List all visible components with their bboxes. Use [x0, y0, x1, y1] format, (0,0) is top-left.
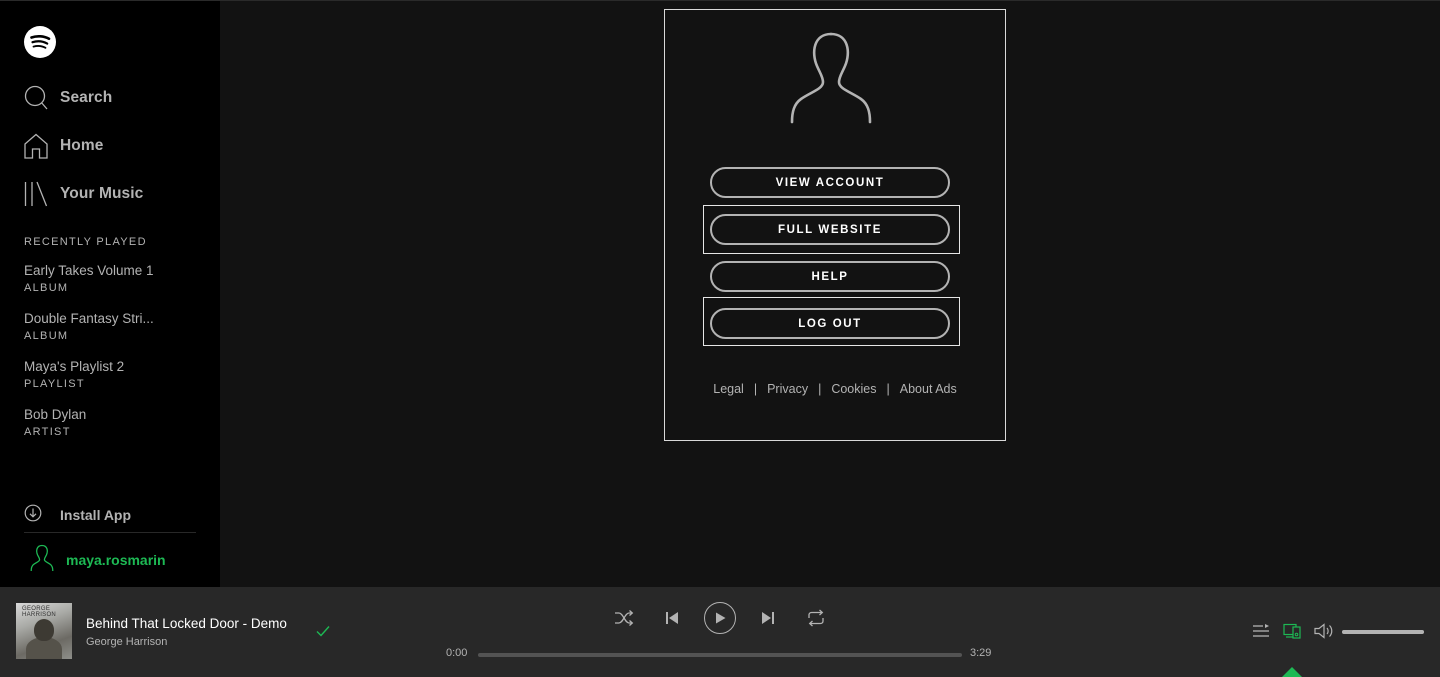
- repeat-icon[interactable]: [806, 609, 826, 627]
- recent-item[interactable]: Early Takes Volume 1 ALBUM: [24, 262, 194, 310]
- album-cover[interactable]: GEORGE HARRISON: [16, 603, 72, 659]
- sidebar: Search Home Your Music RECENTLY PLAYED E…: [0, 0, 220, 587]
- track-title[interactable]: Behind That Locked Door - Demo: [86, 616, 287, 631]
- track-duration: 3:29: [970, 647, 992, 659]
- recent-item-type: ALBUM: [24, 282, 69, 294]
- username-label: maya.rosmarin: [66, 552, 166, 568]
- recently-played-list: Early Takes Volume 1 ALBUM Double Fantas…: [24, 262, 194, 454]
- install-app-label: Install App: [60, 507, 132, 523]
- download-icon: [24, 504, 42, 527]
- home-icon: [24, 133, 48, 159]
- nav-your-music[interactable]: Your Music: [24, 180, 143, 208]
- main-content: VIEW ACCOUNT FULL WEBSITE HELP LOG OUT L…: [220, 0, 1440, 587]
- footer-links: Legal | Privacy | Cookies | About Ads: [665, 382, 1005, 396]
- view-account-button[interactable]: VIEW ACCOUNT: [710, 167, 950, 198]
- library-icon: [24, 181, 48, 207]
- recently-played-heading: RECENTLY PLAYED: [24, 236, 147, 248]
- recent-item[interactable]: Double Fantasy Stri... ALBUM: [24, 310, 194, 358]
- recent-item[interactable]: Maya's Playlist 2 PLAYLIST: [24, 358, 194, 406]
- next-track-icon[interactable]: [759, 609, 777, 627]
- volume-slider[interactable]: [1342, 630, 1424, 634]
- user-profile-link[interactable]: maya.rosmarin: [30, 544, 166, 577]
- recent-item-title: Maya's Playlist 2: [24, 359, 125, 374]
- footer-separator: |: [818, 382, 822, 396]
- sidebar-divider: [24, 532, 196, 533]
- queue-icon[interactable]: [1252, 623, 1270, 639]
- nav-home-label: Home: [60, 137, 104, 154]
- recent-item-type: PLAYLIST: [24, 378, 85, 390]
- volume-icon[interactable]: [1314, 623, 1334, 639]
- recent-item-title: Double Fantasy Stri...: [24, 311, 154, 326]
- volume-slider-fill: [1342, 630, 1424, 634]
- album-cover-figure-head: [34, 619, 54, 641]
- play-icon: [716, 612, 726, 624]
- footer-separator: |: [753, 382, 758, 396]
- check-icon[interactable]: [315, 623, 331, 639]
- log-out-button[interactable]: LOG OUT: [710, 308, 950, 339]
- recent-item-type: ARTIST: [24, 426, 71, 438]
- footer-separator: |: [886, 382, 890, 396]
- full-website-button[interactable]: FULL WEBSITE: [710, 214, 950, 245]
- recent-item-type: ALBUM: [24, 330, 69, 342]
- recent-item[interactable]: Bob Dylan ARTIST: [24, 406, 194, 454]
- install-app-button[interactable]: Install App: [24, 503, 131, 527]
- account-menu-panel: VIEW ACCOUNT FULL WEBSITE HELP LOG OUT L…: [664, 9, 1006, 441]
- playback-progress-bar[interactable]: [478, 653, 962, 657]
- shuffle-icon[interactable]: [614, 609, 634, 627]
- cookies-link[interactable]: Cookies: [831, 382, 876, 396]
- nav-your-music-label: Your Music: [60, 185, 144, 202]
- about-ads-link[interactable]: About Ads: [900, 382, 957, 396]
- devices-icon[interactable]: [1283, 623, 1301, 639]
- track-artist[interactable]: George Harrison: [86, 636, 167, 648]
- user-avatar-icon: [30, 544, 54, 577]
- user-avatar-large-icon: [789, 32, 873, 124]
- nav-home[interactable]: Home: [24, 132, 103, 160]
- legal-link[interactable]: Legal: [713, 382, 744, 396]
- nav-search-label: Search: [60, 89, 113, 106]
- album-cover-text: GEORGE HARRISON: [22, 606, 57, 618]
- play-button[interactable]: [704, 602, 736, 634]
- previous-track-icon[interactable]: [663, 609, 681, 627]
- elapsed-time: 0:00: [446, 647, 468, 659]
- search-icon: [24, 85, 48, 111]
- help-button[interactable]: HELP: [710, 261, 950, 292]
- nav-search[interactable]: Search: [24, 84, 112, 112]
- privacy-link[interactable]: Privacy: [767, 382, 808, 396]
- now-playing-bar: GEORGE HARRISON Behind That Locked Door …: [0, 587, 1440, 677]
- recent-item-title: Early Takes Volume 1: [24, 263, 154, 278]
- recent-item-title: Bob Dylan: [24, 407, 87, 422]
- devices-active-indicator: [1282, 667, 1302, 677]
- spotify-logo-icon[interactable]: [24, 26, 56, 58]
